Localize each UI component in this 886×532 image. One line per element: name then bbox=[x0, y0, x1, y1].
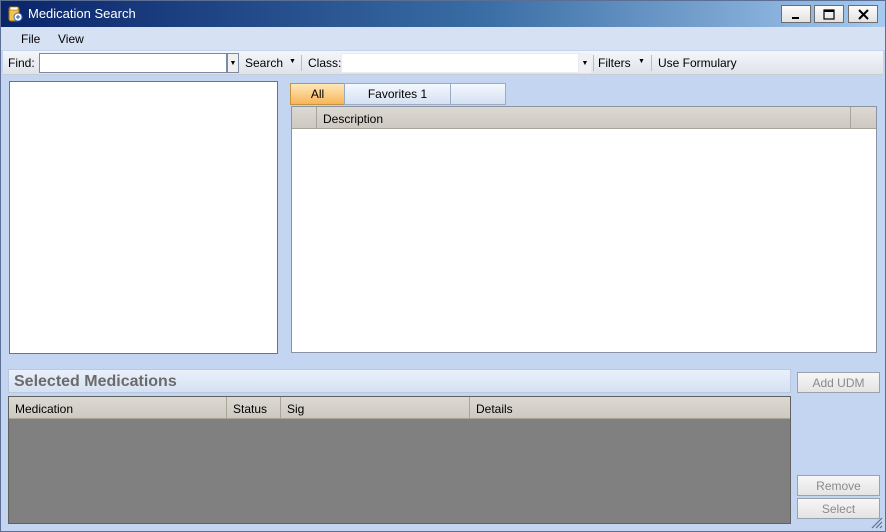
selected-medications-grid[interactable]: Medication Status Sig Details bbox=[8, 396, 791, 524]
tab-all[interactable]: All bbox=[290, 83, 345, 105]
close-button[interactable] bbox=[848, 5, 878, 23]
search-dropdown-icon[interactable]: ▼ bbox=[289, 58, 296, 65]
dropdown-arrow-icon: ▼ bbox=[581, 59, 589, 67]
maximize-icon bbox=[823, 8, 835, 20]
title-bar[interactable]: Medication Search bbox=[1, 1, 885, 27]
use-formulary-button[interactable]: Use Formulary bbox=[658, 56, 737, 70]
selected-grid-header: Medication Status Sig Details bbox=[9, 397, 790, 419]
search-toolbar: Find: ▼ Search ▼ Class: ▼ Filters ▼ Use … bbox=[3, 51, 883, 75]
menu-view[interactable]: View bbox=[58, 32, 84, 46]
find-input[interactable] bbox=[39, 53, 227, 73]
description-grid[interactable]: Description bbox=[291, 106, 877, 353]
menu-file[interactable]: File bbox=[21, 32, 40, 46]
resize-grip-icon[interactable] bbox=[869, 515, 883, 529]
tab-blank[interactable] bbox=[450, 83, 506, 105]
toolbar-separator bbox=[651, 55, 652, 71]
column-details-label: Details bbox=[476, 402, 513, 416]
tab-all-label: All bbox=[310, 87, 325, 101]
filters-button[interactable]: Filters bbox=[598, 56, 631, 70]
column-medication-label: Medication bbox=[15, 402, 74, 416]
menu-bar: File View bbox=[1, 27, 885, 50]
window-title: Medication Search bbox=[28, 6, 136, 21]
row-header-cell[interactable] bbox=[292, 107, 317, 129]
column-status-label: Status bbox=[233, 402, 268, 416]
toolbar-separator bbox=[301, 55, 302, 71]
dropdown-arrow-icon: ▼ bbox=[229, 59, 237, 67]
column-header-medication[interactable]: Medication bbox=[9, 397, 227, 419]
description-grid-header: Description bbox=[292, 107, 876, 129]
tab-favorites[interactable]: Favorites 1 bbox=[344, 83, 451, 105]
column-header-details[interactable]: Details bbox=[470, 397, 790, 419]
medication-class-list[interactable] bbox=[9, 81, 278, 354]
class-input[interactable] bbox=[341, 53, 579, 73]
remove-button[interactable]: Remove bbox=[797, 475, 880, 496]
minimize-button[interactable] bbox=[781, 5, 811, 23]
selected-medications-title: Selected Medications bbox=[14, 373, 177, 390]
find-dropdown-button[interactable]: ▼ bbox=[227, 53, 239, 73]
class-label: Class: bbox=[308, 56, 342, 70]
column-divider bbox=[850, 107, 851, 129]
minimize-icon bbox=[792, 17, 799, 19]
find-label: Find: bbox=[8, 56, 35, 70]
class-dropdown-button[interactable]: ▼ bbox=[579, 53, 591, 73]
column-header-status[interactable]: Status bbox=[227, 397, 281, 419]
medication-search-window: Medication Search File View Find: ▼ Sear… bbox=[0, 0, 886, 532]
column-sig-label: Sig bbox=[287, 402, 305, 416]
select-button[interactable]: Select bbox=[797, 498, 880, 519]
prescription-icon bbox=[8, 6, 23, 22]
selected-medications-header: Selected Medications bbox=[8, 369, 791, 393]
column-header-description[interactable]: Description bbox=[323, 112, 383, 126]
maximize-button[interactable] bbox=[814, 5, 844, 23]
add-udm-button[interactable]: Add UDM bbox=[797, 372, 880, 393]
column-header-sig[interactable]: Sig bbox=[281, 397, 470, 419]
search-button[interactable]: Search bbox=[245, 56, 283, 70]
tab-favorites-label: Favorites 1 bbox=[367, 87, 428, 101]
close-icon bbox=[857, 8, 869, 20]
filters-dropdown-icon[interactable]: ▼ bbox=[638, 58, 645, 65]
toolbar-separator bbox=[593, 55, 594, 71]
